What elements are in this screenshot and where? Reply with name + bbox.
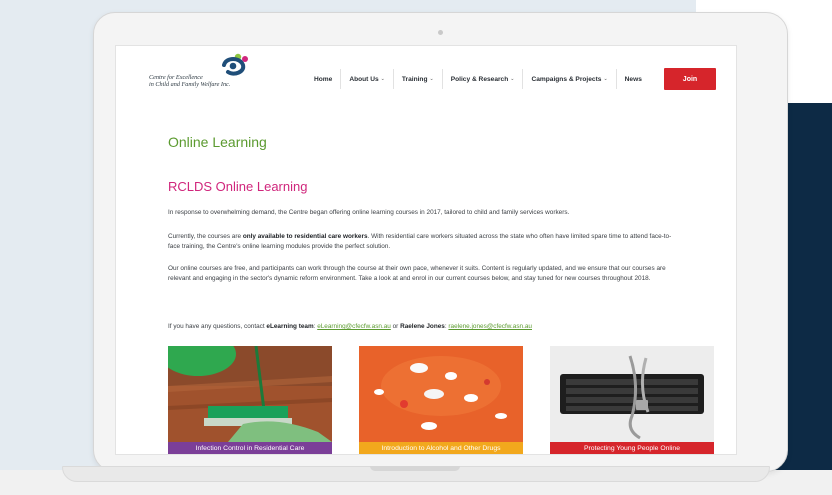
nav-policy-research-label: Policy & Research [450,75,509,83]
logo-text[interactable]: Centre for Excellence in Child and Famil… [149,74,269,88]
nav-news-label: News [624,75,642,83]
nav-policy-research[interactable]: Policy & Research ⌄ [443,69,524,89]
raelene-email-link[interactable]: raelene.jones@cfecfw.asn.au [448,323,532,330]
chevron-down-icon: ⌄ [429,76,434,82]
logo-line1: Centre for Excellence [149,74,203,81]
chevron-down-icon: ⌄ [510,76,515,82]
p2-pre: Currently, the courses are [168,233,243,240]
course-title-infection-control: Infection Control in Residential Care [168,442,332,454]
page-title: Online Learning [168,134,267,150]
course-card-alcohol-drugs[interactable]: Introduction to Alcohol and Other Drugs [359,346,523,454]
nav-training[interactable]: Training ⌄ [394,69,443,89]
section-title: RCLDS Online Learning [168,179,308,194]
nav-campaigns-projects[interactable]: Campaigns & Projects ⌄ [523,69,617,89]
laptop-screen: Centre for Excellence in Child and Famil… [115,45,737,455]
course-title-protecting-online: Protecting Young People Online [550,442,714,454]
p4-pre: If you have any questions, contact [168,323,267,330]
intro-paragraph: In response to overwhelming demand, the … [168,209,570,216]
pills-image [359,346,523,442]
mop-bucket-image [168,346,332,442]
nav-news[interactable]: News [617,69,650,89]
chevron-down-icon: ⌄ [380,76,385,82]
nav-training-label: Training [401,75,428,83]
course-card-infection-control[interactable]: Infection Control in Residential Care [168,346,332,454]
nav-about-us-label: About Us [349,75,379,83]
nav-campaigns-projects-label: Campaigns & Projects [531,75,602,83]
chevron-down-icon: ⌄ [603,76,608,82]
residential-paragraph: Currently, the courses are only availabl… [168,232,673,251]
logo-line2: in Child and Family Welfare Inc. [149,81,231,89]
nav-about-us[interactable]: About Us ⌄ [341,69,394,89]
main-nav: Home About Us ⌄ Training ⌄ Policy & Rese… [306,69,650,89]
elearning-email-link[interactable]: eLearning@cfecfw.asn.au [317,323,391,330]
chained-keyboard-image [550,346,714,442]
courses-paragraph: Our online courses are free, and partici… [168,265,666,282]
laptop-base-notch [370,466,460,471]
join-button[interactable]: Join [664,68,716,90]
course-card-protecting-online[interactable]: Protecting Young People Online [550,346,714,454]
p2-bold: only available to residential care worke… [242,233,368,240]
contact-paragraph: If you have any questions, contact eLear… [168,322,673,332]
course-title-alcohol-drugs: Introduction to Alcohol and Other Drugs [359,442,523,454]
raelene-name-label: Raelene Jones [400,323,445,330]
nav-home-label: Home [314,75,333,83]
p4-mid: or [390,323,401,330]
elearning-team-label: eLearning team [266,323,314,330]
camera-icon [438,30,443,35]
nav-home[interactable]: Home [306,69,342,89]
